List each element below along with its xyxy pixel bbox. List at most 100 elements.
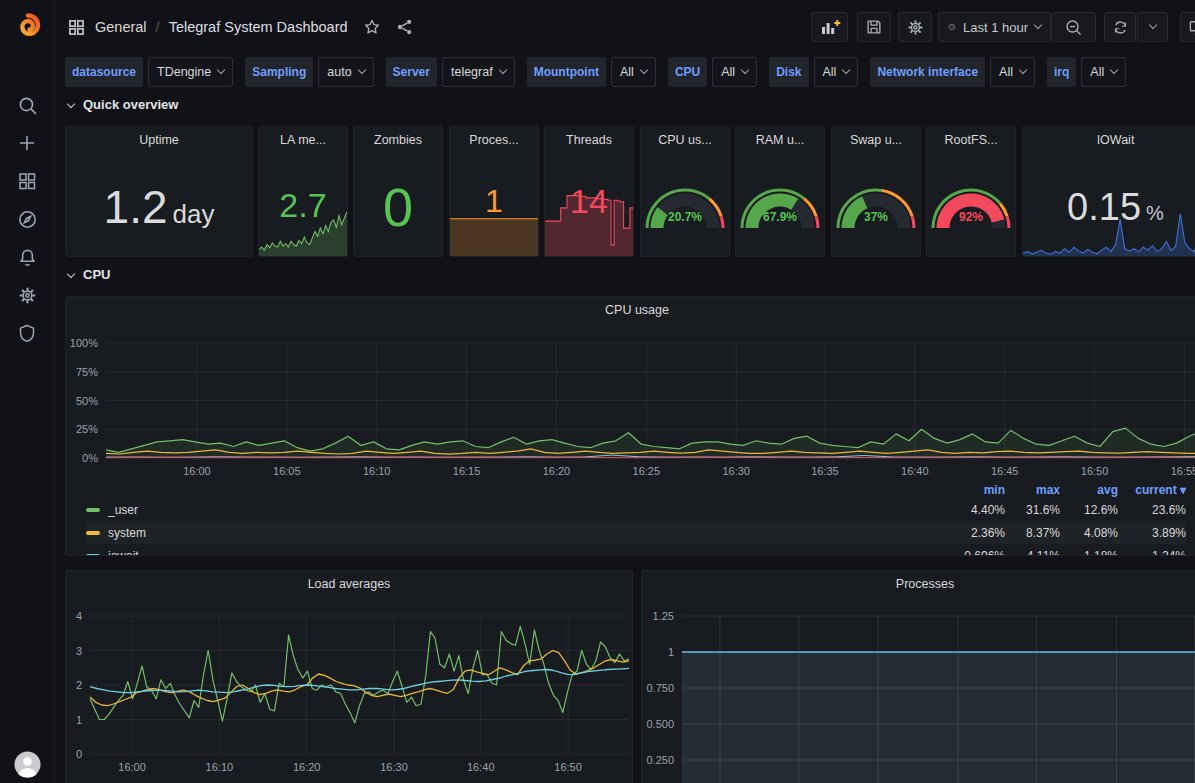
- panel-title: RootFS...: [927, 133, 1015, 147]
- svg-text:16:10: 16:10: [363, 465, 391, 477]
- filter-server: Servertelegraf: [386, 57, 515, 87]
- panel-rootfs-gauge[interactable]: RootFS...92%: [926, 126, 1016, 257]
- stat-value: 0: [354, 180, 442, 234]
- filter-label[interactable]: Mountpoint: [527, 57, 606, 87]
- panel-la-medium[interactable]: LA me...2.7: [258, 126, 348, 257]
- filter-value-dropdown[interactable]: telegraf: [442, 57, 515, 87]
- panel-iowait[interactable]: IOWait0.15%: [1022, 126, 1195, 257]
- panel-title: Zombies: [354, 133, 442, 147]
- filter-value: All: [823, 65, 837, 79]
- panel-title: RAM u...: [736, 133, 824, 147]
- filter-label[interactable]: datasource: [65, 57, 143, 87]
- legend-row[interactable]: _user4.40%31.6%12.6%23.6%: [86, 498, 1186, 521]
- breadcrumb-folder[interactable]: General: [95, 19, 147, 35]
- explore-icon[interactable]: [16, 208, 38, 230]
- legend-name-text: iowait: [108, 549, 139, 557]
- filter-label[interactable]: CPU: [668, 57, 707, 87]
- svg-text:16:00: 16:00: [183, 465, 211, 477]
- gauge: 37%: [832, 164, 920, 234]
- filter-value-dropdown[interactable]: All: [990, 57, 1035, 87]
- time-range-picker[interactable]: Last 1 hour: [938, 12, 1051, 42]
- legend-col-current[interactable]: current ▾: [1118, 483, 1186, 497]
- panel-uptime[interactable]: Uptime1.2day: [65, 126, 253, 257]
- filter-label[interactable]: irq: [1047, 57, 1076, 87]
- filter-value: All: [721, 65, 735, 79]
- section-quick-overview[interactable]: Quick overview: [68, 97, 178, 112]
- svg-text:1: 1: [76, 714, 82, 726]
- panel-threads[interactable]: Threads14: [544, 126, 634, 257]
- filter-value-dropdown[interactable]: All: [814, 57, 859, 87]
- filter-irq: irq All: [1047, 57, 1126, 87]
- legend-value-min: 4.40%: [940, 503, 1005, 517]
- section-cpu[interactable]: CPU: [68, 267, 110, 282]
- server-admin-icon[interactable]: [16, 322, 38, 344]
- stat-value-number: 0: [383, 180, 413, 234]
- filter-value-dropdown[interactable]: All: [611, 57, 656, 87]
- search-icon[interactable]: [16, 94, 38, 116]
- stat-value: 2.7: [259, 188, 347, 222]
- legend-col-max[interactable]: max: [1005, 483, 1060, 497]
- chevron-down-icon: [357, 66, 365, 74]
- create-icon[interactable]: [16, 132, 38, 154]
- configuration-icon[interactable]: [16, 284, 38, 306]
- panel-ram-usage-gauge[interactable]: RAM u...67.9%: [735, 126, 825, 257]
- panel-cpu-usage-gauge[interactable]: CPU us...20.7%: [640, 126, 730, 257]
- filter-value: auto: [327, 65, 351, 79]
- sidebar-nav: [0, 94, 54, 344]
- zoom-out-button[interactable]: [1051, 12, 1096, 42]
- add-panel-button[interactable]: [811, 12, 848, 42]
- svg-text:50%: 50%: [76, 395, 98, 407]
- filter-value: All: [999, 65, 1013, 79]
- panel-cpu-usage-chart[interactable]: CPU usage100%75%50%25%0%16:0016:0516:101…: [65, 296, 1195, 556]
- chart-canvas[interactable]: 1.2510.7500.5000.250: [642, 571, 1195, 783]
- chevron-down-icon: [842, 66, 850, 74]
- refresh-interval-dropdown[interactable]: [1137, 12, 1168, 42]
- legend-col-min[interactable]: min: [940, 483, 1005, 497]
- time-range-label: Last 1 hour: [963, 20, 1028, 35]
- filter-value: All: [1090, 65, 1104, 79]
- legend-swatch: [86, 531, 100, 535]
- dashboard-settings-button[interactable]: [898, 12, 932, 42]
- panel-processes-chart[interactable]: Processes1.2510.7500.5000.250: [641, 570, 1195, 783]
- alerting-icon[interactable]: [16, 246, 38, 268]
- save-dashboard-button[interactable]: [857, 12, 891, 42]
- sort-caret-icon: ▾: [1177, 483, 1186, 497]
- legend-col-avg[interactable]: avg: [1060, 483, 1118, 497]
- filter-label[interactable]: Server: [386, 57, 437, 87]
- filter-label[interactable]: Network interface: [870, 57, 985, 87]
- filter-label[interactable]: Disk: [769, 57, 808, 87]
- filter-value-dropdown[interactable]: auto: [318, 57, 373, 87]
- breadcrumb-separator: /: [156, 19, 160, 35]
- panel-processes-stat[interactable]: Proces...1: [449, 126, 539, 257]
- filter-value-dropdown[interactable]: All: [1081, 57, 1126, 87]
- cycle-view-mode-button[interactable]: [1180, 12, 1195, 42]
- star-icon[interactable]: [363, 18, 381, 36]
- chevron-down-icon: [217, 66, 225, 74]
- legend-row[interactable]: iowait0.696%4.11%1.18%1.24%: [86, 544, 1186, 556]
- filter-label[interactable]: Sampling: [245, 57, 313, 87]
- stat-value: 0.15%: [1023, 188, 1195, 226]
- filter-value-dropdown[interactable]: All: [712, 57, 757, 87]
- filter-value-dropdown[interactable]: TDengine: [148, 57, 233, 87]
- panel-zombies[interactable]: Zombies 0: [353, 126, 443, 257]
- dashboard-title[interactable]: Telegraf System Dashboard: [169, 19, 348, 35]
- legend-series-name: system: [86, 526, 940, 540]
- refresh-button[interactable]: [1104, 12, 1136, 42]
- svg-text:16:45: 16:45: [991, 465, 1019, 477]
- share-icon[interactable]: [396, 18, 414, 36]
- filter-value: All: [620, 65, 634, 79]
- panel-swap-usage-gauge[interactable]: Swap u...37%: [831, 126, 921, 257]
- sparkline: [450, 218, 538, 256]
- stat-value-number: 1: [485, 185, 503, 217]
- legend-row[interactable]: system2.36%8.37%4.08%3.89%: [86, 521, 1186, 544]
- chart-canvas[interactable]: 4321016:0016:1016:2016:3016:4016:50: [66, 571, 632, 783]
- grafana-logo[interactable]: [14, 11, 42, 39]
- svg-text:0.250: 0.250: [646, 754, 674, 766]
- panel-load-averages[interactable]: Load averages4321016:0016:1016:2016:3016…: [65, 570, 633, 783]
- dashboards-icon[interactable]: [16, 170, 38, 192]
- svg-text:1.25: 1.25: [653, 610, 674, 622]
- svg-text:16:25: 16:25: [633, 465, 661, 477]
- svg-text:2: 2: [76, 679, 82, 691]
- user-avatar[interactable]: [14, 751, 41, 778]
- chevron-down-icon: [67, 99, 75, 107]
